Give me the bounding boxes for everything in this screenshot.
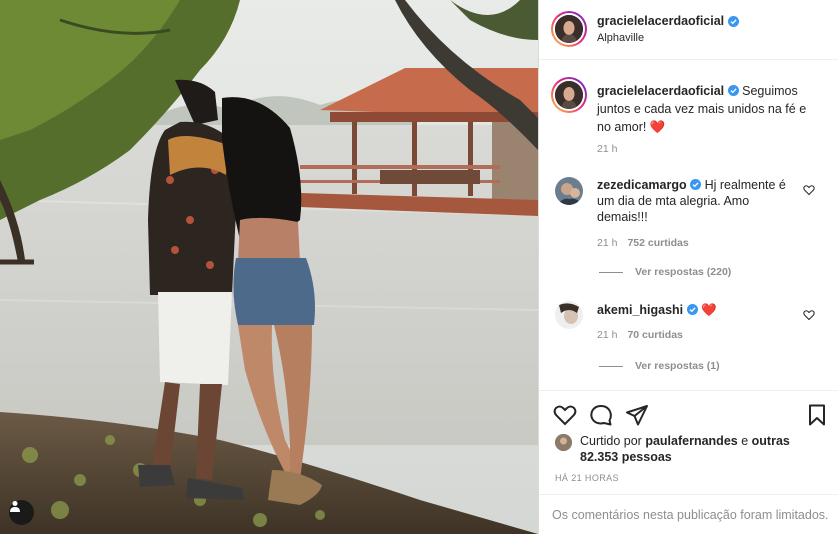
comments-section[interactable]: gracielelacerdaoficial Seguimos juntos e… — [539, 61, 838, 390]
caption-username[interactable]: gracielelacerdaoficial — [597, 84, 724, 98]
caption-avatar-image — [555, 81, 583, 109]
user-tag-button[interactable] — [9, 500, 34, 525]
author-avatar[interactable] — [551, 11, 587, 47]
verified-badge-icon — [728, 15, 740, 27]
commenter-avatar-image — [555, 177, 583, 205]
comment-username[interactable]: akemi_higashi — [597, 303, 683, 317]
caption-time: 21 h — [597, 143, 618, 155]
liker-avatar-image — [555, 434, 572, 451]
comment-likes[interactable]: 70 curtidas — [627, 329, 682, 341]
caption: gracielelacerdaoficial Seguimos juntos e… — [597, 82, 819, 136]
post-photo[interactable] — [0, 0, 538, 534]
liked-by: Curtido por paulafernandes e outras 82.3… — [555, 433, 825, 465]
verified-badge-icon — [690, 179, 702, 190]
commenter-avatar-image — [555, 301, 583, 329]
comment-like-heart-icon[interactable] — [803, 184, 815, 196]
verified-badge-icon — [727, 85, 739, 96]
heart-emoji: ❤️ — [701, 303, 717, 317]
view-replies-label: Ver respostas (220) — [635, 266, 732, 278]
post-header: gracielelacerdaoficial Alphaville — [539, 0, 838, 60]
comment-like-heart-icon[interactable] — [803, 309, 815, 321]
comment-avatar[interactable] — [555, 301, 583, 329]
view-replies-label: Ver respostas (1) — [635, 360, 720, 372]
comments-limited-notice: Os comentários nesta publicação foram li… — [539, 494, 838, 535]
heart-emoji: ❤️ — [649, 120, 666, 134]
view-replies-button[interactable]: Ver respostas (220) — [599, 266, 731, 278]
location-link[interactable]: Alphaville — [597, 32, 644, 44]
author-username: gracielelacerdaoficial — [597, 14, 725, 28]
paper-plane-icon[interactable] — [625, 403, 649, 427]
liked-by-user[interactable]: paulafernandes — [645, 434, 737, 448]
view-replies-button[interactable]: Ver respostas (1) — [599, 360, 720, 372]
post-timestamp[interactable]: HÁ 21 HORAS — [555, 473, 619, 483]
post-actions: Curtido por paulafernandes e outras 82.3… — [539, 390, 838, 534]
liked-by-prefix: Curtido por — [580, 434, 642, 448]
liked-by-text: Curtido por paulafernandes e outras 82.3… — [580, 433, 825, 465]
comment-meta: 21 h 70 curtidas — [597, 329, 683, 341]
bookmark-icon[interactable] — [805, 403, 829, 427]
replies-divider — [599, 271, 623, 273]
comment-username[interactable]: zezedicamargo — [597, 178, 687, 192]
comment-time: 21 h — [597, 329, 618, 341]
instagram-post: gracielelacerdaoficial Alphaville gracie… — [0, 0, 838, 534]
comment-text-block: akemi_higashi ❤️ — [597, 302, 797, 318]
liker-avatar[interactable] — [555, 434, 572, 451]
author-avatar-image — [555, 15, 583, 43]
comment-text-block: zezedicamargo Hj realmente é um dia de m… — [597, 177, 797, 225]
user-tag-icon — [10, 501, 20, 512]
post-side-panel: gracielelacerdaoficial Alphaville gracie… — [538, 0, 838, 534]
liked-by-connector: e — [741, 434, 749, 448]
author-username-link[interactable]: gracielelacerdaoficial — [597, 14, 740, 28]
replies-divider — [599, 365, 623, 367]
lake-couple-photo — [0, 0, 538, 534]
comment-bubble-icon[interactable] — [589, 403, 613, 427]
comment-likes[interactable]: 752 curtidas — [627, 237, 688, 249]
heart-icon[interactable] — [553, 403, 577, 427]
comment-avatar[interactable] — [555, 177, 583, 205]
comment-time: 21 h — [597, 237, 618, 249]
verified-badge-icon — [686, 304, 698, 315]
comment-meta: 21 h 752 curtidas — [597, 237, 689, 249]
caption-author-avatar[interactable] — [551, 77, 587, 113]
